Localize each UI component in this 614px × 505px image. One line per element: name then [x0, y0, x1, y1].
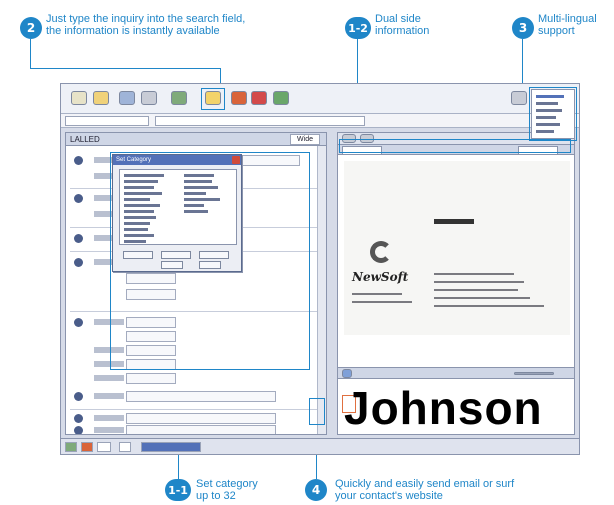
search-input[interactable]	[155, 116, 365, 126]
fax-field[interactable]	[126, 391, 276, 402]
card-text-line	[434, 273, 514, 275]
callout-3-line1: Multi-lingual	[538, 13, 597, 25]
callout-text-3: Multi-lingual support	[538, 13, 597, 37]
status-icon-1[interactable]	[65, 442, 77, 452]
search-highlight	[201, 88, 225, 110]
crop-icon[interactable]	[342, 369, 352, 378]
callout-4-line2: your contact's website	[335, 490, 443, 502]
toolbar	[61, 84, 579, 114]
open-folder-icon[interactable]	[93, 91, 109, 105]
person-icon	[74, 156, 83, 165]
search-bar	[61, 114, 579, 128]
web-label	[94, 427, 124, 433]
callout-3-line-v	[522, 39, 523, 89]
status-icon-4[interactable]	[119, 442, 131, 452]
callout-badge-1-2: 1-2	[345, 17, 371, 39]
location-icon	[74, 258, 83, 267]
company-logo-icon	[370, 241, 392, 263]
company-icon	[74, 194, 83, 203]
field-image-text: Johnson	[344, 383, 543, 433]
fax-label	[94, 393, 124, 399]
tel-label-5	[94, 375, 124, 381]
contact-pane-title: LALLED Wide	[66, 133, 326, 146]
card-text-line	[352, 301, 412, 303]
card-text-line	[434, 297, 530, 299]
contact-pane-title-text: LALLED	[70, 135, 100, 144]
card-brand-bar	[434, 219, 474, 224]
callout-text-2: Just type the inquiry into the search fi…	[46, 13, 245, 37]
phone-icon	[74, 234, 83, 243]
scan-icon[interactable]	[119, 91, 135, 105]
email-row	[72, 413, 312, 425]
callout-1-2-line2: information	[375, 25, 430, 37]
callout-text-1-1: Set category up to 32	[196, 478, 258, 502]
dual-side-highlight	[339, 139, 571, 153]
divider	[70, 409, 320, 410]
contacts-icon[interactable]	[171, 91, 187, 105]
card-text-line	[434, 281, 524, 283]
email-icon	[74, 414, 83, 423]
card-image-pane: NewSoft Johnson	[337, 132, 575, 435]
callout-3-line2: support	[538, 25, 575, 37]
callout-2-line1: Just type the inquiry into the search fi…	[46, 13, 246, 25]
callout-2-line-h	[30, 68, 221, 69]
card-text-line	[434, 289, 518, 291]
web-row	[72, 425, 312, 434]
email-field[interactable]	[126, 413, 276, 424]
export-icon[interactable]	[251, 91, 267, 105]
web-field[interactable]	[126, 425, 276, 434]
business-card-image: NewSoft	[344, 161, 570, 335]
language-highlight	[529, 87, 577, 141]
status-pager[interactable]	[141, 442, 201, 452]
web-icon	[74, 426, 83, 434]
category-dropdown[interactable]	[65, 116, 149, 126]
contact-pane-scrollbar[interactable]	[317, 146, 326, 434]
email-label	[94, 415, 124, 421]
email-web-highlight	[309, 398, 325, 425]
callout-badge-4: 4	[305, 479, 327, 501]
field-image-preview: Johnson	[340, 383, 572, 433]
callout-1-2-line1: Dual side	[375, 13, 421, 25]
status-icon-3[interactable]	[97, 442, 111, 452]
callout-text-1-2: Dual side information	[375, 13, 429, 37]
fax-row	[72, 391, 312, 403]
callout-text-4: Quickly and easily send email or surf yo…	[335, 478, 514, 502]
callout-badge-2: 2	[20, 17, 42, 39]
callout-4-line1: Quickly and easily send email or surf	[335, 478, 515, 490]
status-bar	[61, 438, 579, 454]
callout-1-1-line2: up to 32	[196, 490, 236, 502]
callout-2-line-v	[30, 39, 31, 68]
tel-row-5	[72, 373, 312, 385]
card-text-line	[434, 305, 544, 307]
sync-icon[interactable]	[141, 91, 157, 105]
field-image-toolbar	[338, 367, 574, 379]
callout-2-line2: the information is instantly available	[46, 25, 220, 37]
fax-icon	[74, 392, 83, 401]
zoom-slider[interactable]	[514, 372, 554, 375]
category-highlight	[110, 152, 310, 370]
tel-field-5[interactable]	[126, 373, 176, 384]
callout-badge-3: 3	[512, 17, 534, 39]
callout-1-1-line1: Set category	[196, 478, 258, 490]
wide-toggle[interactable]: Wide	[290, 134, 320, 145]
help-icon[interactable]	[511, 91, 527, 105]
tel-icon	[74, 318, 83, 327]
edit-icon[interactable]	[231, 91, 247, 105]
new-card-icon[interactable]	[71, 91, 87, 105]
image-icon[interactable]	[273, 91, 289, 105]
callout-badge-1-1: 1-1	[165, 479, 191, 501]
card-logo-text: NewSoft	[352, 270, 409, 284]
card-text-line	[352, 293, 402, 295]
status-icon-2[interactable]	[81, 442, 93, 452]
